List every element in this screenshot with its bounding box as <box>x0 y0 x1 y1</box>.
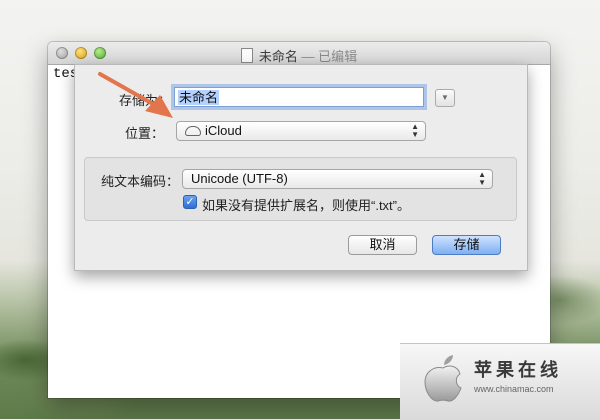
annotation-arrow-shaft <box>98 72 155 106</box>
annotation-arrow-head <box>145 95 173 118</box>
watermark-logo: 苹果在线 www.chinamac.com <box>400 343 600 420</box>
watermark-name: 苹果在线 <box>474 360 562 380</box>
watermark-url: www.chinamac.com <box>474 384 554 394</box>
apple-logo-icon <box>424 355 462 402</box>
